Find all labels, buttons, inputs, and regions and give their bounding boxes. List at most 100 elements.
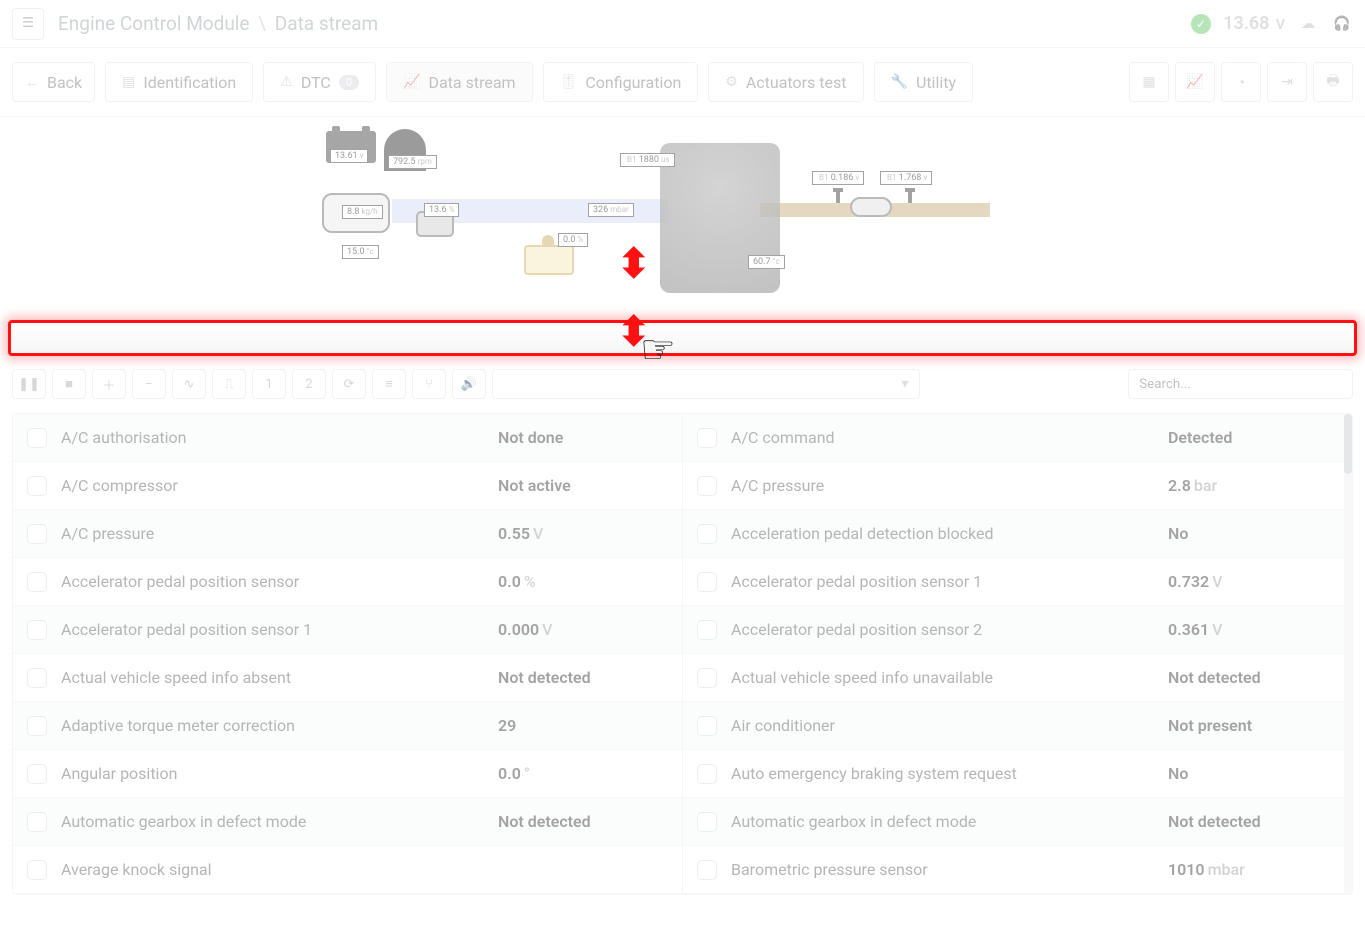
param-name: Average knock signal	[61, 860, 484, 879]
row-checkbox[interactable]	[27, 476, 47, 496]
row-checkbox[interactable]	[697, 428, 717, 448]
sliders-icon: 🎚	[560, 74, 578, 90]
pane-splitter[interactable]	[8, 320, 1357, 356]
arrow-left-icon: ←	[25, 74, 39, 91]
list-button[interactable]: ≡	[372, 369, 406, 399]
wave-button[interactable]: ∿	[172, 369, 206, 399]
param-name: A/C pressure	[61, 524, 484, 543]
view-grid-button[interactable]: ▦	[1129, 62, 1169, 102]
sound-button[interactable]: 🔊	[452, 369, 486, 399]
row-checkbox[interactable]	[27, 428, 47, 448]
stop-button[interactable]: ■	[52, 369, 86, 399]
label-o2a: B1 0.186v	[812, 171, 864, 185]
param-name: Actual vehicle speed info absent	[61, 668, 484, 687]
support-icon[interactable]: 🎧	[1331, 13, 1353, 35]
scrollbar-thumb[interactable]	[1344, 414, 1352, 474]
group-select[interactable]: ▾	[492, 369, 920, 399]
row-checkbox[interactable]	[27, 572, 47, 592]
table-row: A/C pressure0.55V	[13, 510, 682, 558]
param-value: 2.8bar	[1168, 476, 1338, 495]
param-name: Accelerator pedal position sensor 2	[731, 620, 1154, 639]
engine-icon: ⚠	[280, 74, 293, 90]
table-row: Barometric pressure sensor1010mbar	[683, 846, 1352, 894]
param-name: Actual vehicle speed info unavailable	[731, 668, 1154, 687]
row-checkbox[interactable]	[27, 860, 47, 880]
row-checkbox[interactable]	[27, 620, 47, 640]
row-checkbox[interactable]	[697, 668, 717, 688]
search-input[interactable]	[1128, 369, 1353, 399]
label-coolant: 0.0%	[558, 233, 588, 247]
param-name: Air conditioner	[731, 716, 1154, 735]
row-checkbox[interactable]	[697, 812, 717, 832]
row-checkbox[interactable]	[27, 668, 47, 688]
param-name: A/C command	[731, 428, 1154, 447]
row-checkbox[interactable]	[697, 572, 717, 592]
tab-dtc[interactable]: ⚠DTC0	[263, 62, 376, 102]
table-row: A/C authorisationNot done	[13, 414, 682, 462]
param-value: 0.732V	[1168, 572, 1338, 591]
view-gauge-button[interactable]: ◔	[1221, 62, 1261, 102]
o2-sensor-1-icon	[836, 191, 840, 203]
tab-identification[interactable]: ▤Identification	[105, 62, 253, 102]
line-chart-icon: 📈	[1186, 74, 1203, 90]
row-checkbox[interactable]	[27, 716, 47, 736]
freeze-frame-button[interactable]: ⎍	[212, 369, 246, 399]
tab-utility[interactable]: 🔧Utility	[874, 62, 974, 102]
remove-button[interactable]: −	[132, 369, 166, 399]
row-checkbox[interactable]	[697, 716, 717, 736]
row-checkbox[interactable]	[697, 620, 717, 640]
label-battery: 13.61v	[330, 149, 368, 163]
reset-button[interactable]: ⟳	[332, 369, 366, 399]
back-button[interactable]: ←Back	[12, 62, 95, 102]
breadcrumb-page: Data stream	[275, 12, 378, 35]
columns-2-button[interactable]: 2	[292, 369, 326, 399]
coolant-icon	[524, 245, 574, 275]
export-button[interactable]: ⇥	[1267, 62, 1307, 102]
tab-data-stream[interactable]: 📈Data stream	[386, 62, 533, 102]
row-checkbox[interactable]	[697, 524, 717, 544]
minus-icon: −	[145, 377, 152, 392]
cloud-icon[interactable]: ☁	[1297, 13, 1319, 35]
export-icon: ⇥	[1281, 74, 1293, 90]
wave-icon: ∿	[184, 377, 195, 392]
filter-button[interactable]: ⑂	[412, 369, 446, 399]
o2-sensor-2-icon	[908, 191, 912, 203]
label-o2b: B1 1.768v	[880, 171, 932, 185]
table-row: Average knock signal	[13, 846, 682, 894]
param-name: Barometric pressure sensor	[731, 860, 1154, 879]
row-checkbox[interactable]	[27, 764, 47, 784]
row-checkbox[interactable]	[27, 812, 47, 832]
table-row: Actual vehicle speed info unavailableNot…	[683, 654, 1352, 702]
param-name: A/C pressure	[731, 476, 1154, 495]
tab-configuration[interactable]: 🎚Configuration	[543, 62, 699, 102]
data-grid: A/C authorisationNot doneA/C compressorN…	[12, 413, 1353, 895]
columns-1-button[interactable]: 1	[252, 369, 286, 399]
table-row: Actual vehicle speed info absentNot dete…	[13, 654, 682, 702]
scrollbar[interactable]	[1344, 414, 1352, 894]
row-checkbox[interactable]	[697, 764, 717, 784]
list-icon: ≡	[385, 376, 393, 392]
menu-button[interactable]: ☰	[12, 8, 44, 40]
grid-column-left: A/C authorisationNot doneA/C compressorN…	[13, 414, 683, 894]
table-row: Adaptive torque meter correction29	[13, 702, 682, 750]
row-checkbox[interactable]	[697, 476, 717, 496]
param-value: 0.0%	[498, 572, 668, 591]
row-checkbox[interactable]	[27, 524, 47, 544]
table-row: Accelerator pedal position sensor0.0%	[13, 558, 682, 606]
battery-voltage: 13.68 V	[1223, 13, 1285, 34]
tab-actuators[interactable]: ⚙Actuators test	[708, 62, 863, 102]
table-row: Automatic gearbox in defect modeNot dete…	[13, 798, 682, 846]
table-row: Accelerator pedal position sensor 10.732…	[683, 558, 1352, 606]
sound-icon: 🔊	[461, 377, 477, 392]
pause-button[interactable]: ❚❚	[12, 369, 46, 399]
add-button[interactable]: ＋	[92, 369, 126, 399]
label-map: 326mbar	[588, 203, 634, 217]
view-chart-button[interactable]: 📈	[1175, 62, 1215, 102]
param-name: Accelerator pedal position sensor 1	[61, 620, 484, 639]
grid-icon: ▦	[1142, 74, 1155, 90]
table-row: A/C pressure 2.8bar	[683, 462, 1352, 510]
param-name: A/C authorisation	[61, 428, 484, 447]
print-icon: 🖶	[1326, 70, 1339, 94]
row-checkbox[interactable]	[697, 860, 717, 880]
print-button[interactable]: 🖶	[1313, 62, 1353, 102]
